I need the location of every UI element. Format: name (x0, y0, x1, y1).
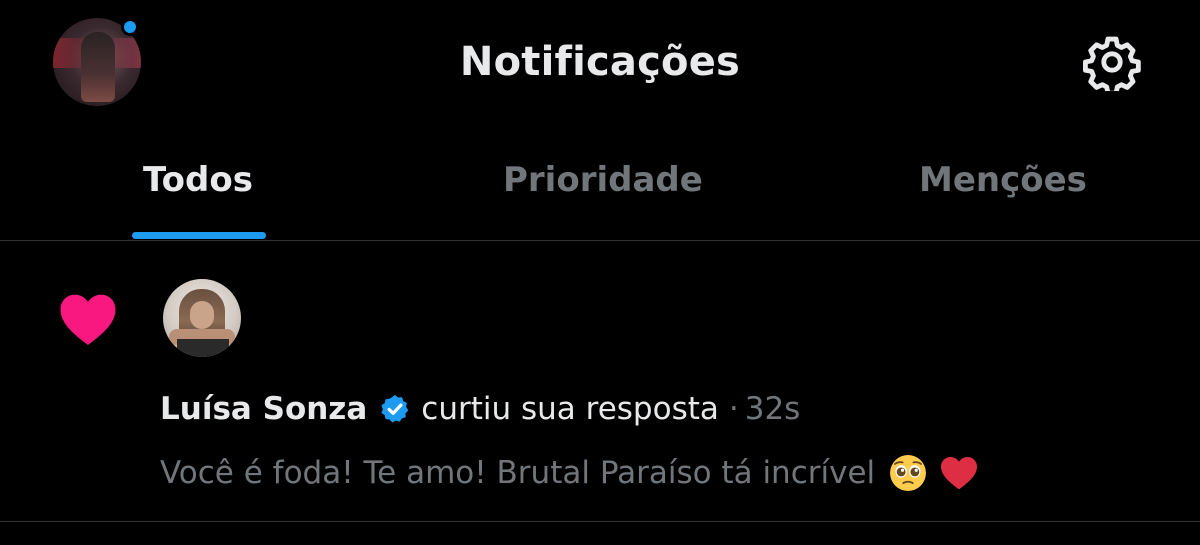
settings-button[interactable] (1082, 32, 1142, 92)
pleading-face-emoji-icon (890, 455, 927, 491)
divider (0, 240, 1200, 241)
timestamp: 32s (744, 391, 801, 427)
tab-prioridade[interactable]: Prioridade (503, 158, 703, 202)
avatar-face (190, 301, 214, 329)
user-avatar[interactable] (163, 279, 241, 357)
notification-text: Luísa Sonza curtiu sua resposta · 32s (160, 386, 800, 432)
tab-mencoes[interactable]: Menções (919, 158, 1087, 202)
reply-text: Você é foda! Te amo! Brutal Paraíso tá i… (160, 455, 876, 491)
tab-todos[interactable]: Todos (143, 158, 253, 202)
top-bar: Notificações (0, 0, 1200, 128)
notifications-page: Notificações Todos Prioridade Menções Lu… (0, 0, 1200, 545)
page-title: Notificações (459, 39, 741, 85)
notification-action: curtiu sua resposta (421, 391, 719, 427)
unread-dot (121, 18, 139, 36)
separator-dot: · (728, 391, 739, 427)
reply-preview: Você é foda! Te amo! Brutal Paraíso tá i… (160, 450, 979, 496)
verified-badge-icon (381, 395, 409, 423)
heart-icon (60, 294, 116, 345)
user-name-link[interactable]: Luísa Sonza (160, 391, 367, 427)
red-heart-emoji-icon (941, 456, 978, 490)
notification-tabs: Todos Prioridade Menções (0, 140, 1200, 240)
avatar-shirt (177, 339, 229, 357)
divider (0, 521, 1200, 522)
active-tab-indicator (132, 232, 266, 239)
gear-icon (1083, 36, 1141, 91)
